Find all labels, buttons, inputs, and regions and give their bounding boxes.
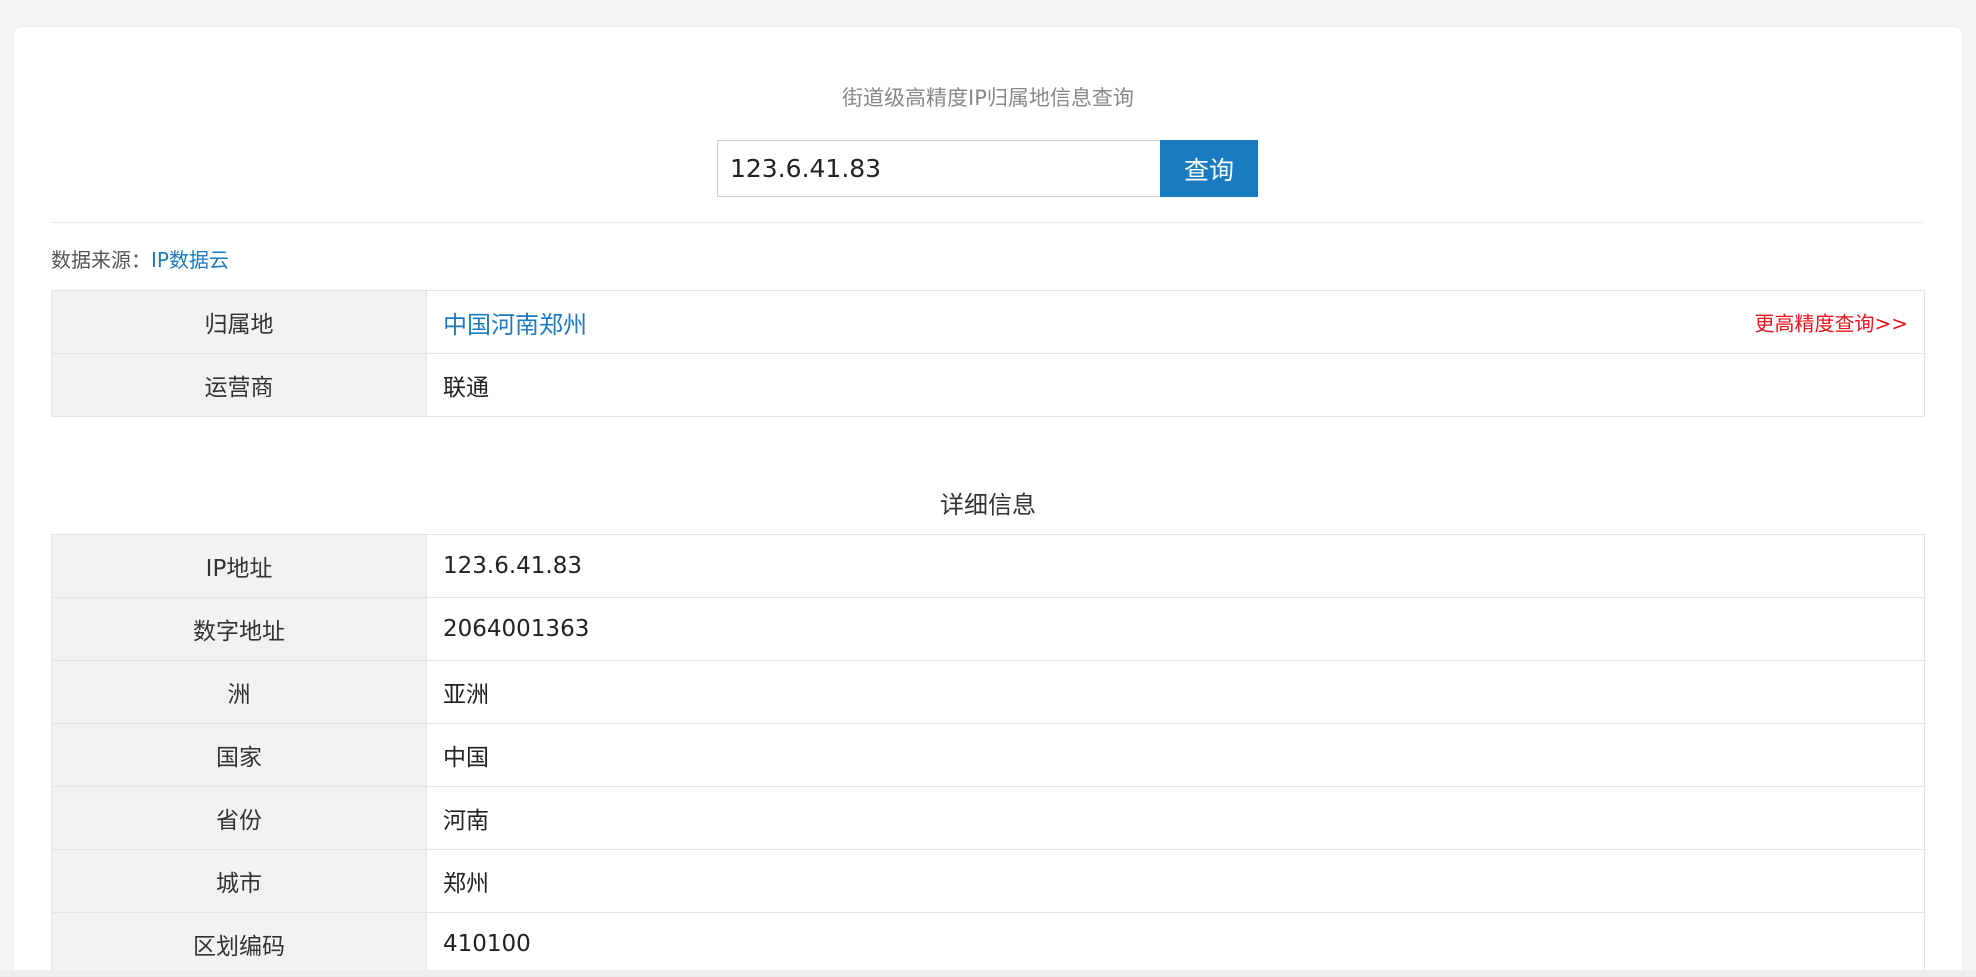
detail-label: 省份 — [51, 786, 427, 850]
detail-label: 区划编码 — [51, 912, 427, 976]
detail-value: 郑州 — [426, 849, 1925, 913]
detail-label: 城市 — [51, 849, 427, 913]
table-row: IP地址 123.6.41.83 — [51, 534, 1925, 598]
summary-table: 归属地 中国河南郑州 更高精度查询>> 运营商 联通 — [51, 290, 1925, 417]
detail-value: 123.6.41.83 — [426, 534, 1925, 598]
detail-label: 国家 — [51, 723, 427, 787]
search-bar: 查询 — [717, 140, 1258, 197]
table-row: 区划编码 410100 — [51, 912, 1925, 976]
table-row: 国家 中国 — [51, 723, 1925, 787]
ip-search-input[interactable] — [717, 140, 1160, 197]
table-row: 运营商 联通 — [51, 353, 1925, 417]
detail-value: 中国 — [426, 723, 1925, 787]
details-title: 详细信息 — [940, 491, 1036, 519]
data-source-link[interactable]: IP数据云 — [151, 248, 229, 272]
table-row: 省份 河南 — [51, 786, 1925, 850]
location-label: 归属地 — [51, 290, 427, 354]
detail-value: 亚洲 — [426, 660, 1925, 724]
table-row: 洲 亚洲 — [51, 660, 1925, 724]
detail-label: 洲 — [51, 660, 427, 724]
page-subtitle: 街道级高精度IP归属地信息查询 — [842, 86, 1134, 110]
data-source: 数据来源：IP数据云 — [51, 244, 229, 273]
detail-label: IP地址 — [51, 534, 427, 598]
page: 街道级高精度IP归属地信息查询 查询 数据来源：IP数据云 归属地 中国河南郑州… — [0, 0, 1976, 977]
isp-value: 联通 — [426, 353, 1925, 417]
table-row: 城市 郑州 — [51, 849, 1925, 913]
detail-label: 数字地址 — [51, 597, 427, 661]
divider — [51, 222, 1924, 223]
detail-value: 410100 — [426, 912, 1925, 976]
location-cell: 中国河南郑州 更高精度查询>> — [426, 290, 1925, 354]
isp-label: 运营商 — [51, 353, 427, 417]
search-button[interactable]: 查询 — [1160, 140, 1258, 197]
data-source-label: 数据来源： — [51, 248, 151, 272]
detail-value: 2064001363 — [426, 597, 1925, 661]
details-table: IP地址 123.6.41.83 数字地址 2064001363 洲 亚洲 国家… — [51, 534, 1925, 976]
higher-precision-link[interactable]: 更高精度查询>> — [1754, 308, 1908, 337]
page-bottom-edge — [0, 970, 1976, 977]
table-row: 数字地址 2064001363 — [51, 597, 1925, 661]
table-row: 归属地 中国河南郑州 更高精度查询>> — [51, 290, 1925, 354]
location-value[interactable]: 中国河南郑州 — [443, 311, 587, 339]
detail-value: 河南 — [426, 786, 1925, 850]
